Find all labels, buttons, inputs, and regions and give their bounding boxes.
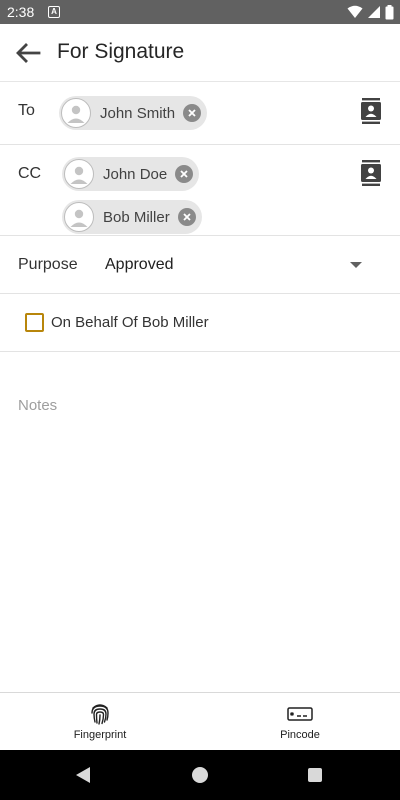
fingerprint-icon <box>91 704 109 725</box>
app-bar: For Signature <box>0 24 400 82</box>
divider <box>0 351 400 352</box>
back-button[interactable] <box>10 36 46 70</box>
to-label: To <box>18 102 35 119</box>
divider <box>0 144 400 145</box>
remove-recipient-button[interactable] <box>177 208 196 226</box>
recipient-name: John Doe <box>103 165 168 183</box>
person-icon <box>67 105 85 123</box>
remove-recipient-button[interactable] <box>175 165 194 183</box>
nav-recents-icon[interactable] <box>308 768 322 782</box>
cc-recipient-chip[interactable]: John Doe <box>62 157 200 191</box>
cc-label: CC <box>18 165 42 182</box>
avatar <box>61 98 91 128</box>
page-title: For Signature <box>57 40 185 63</box>
recipient-name: John Smith <box>100 104 176 122</box>
fingerprint-label: Fingerprint <box>73 729 127 741</box>
nav-back-icon[interactable] <box>76 767 90 783</box>
pincode-label: Pincode <box>280 729 320 741</box>
close-icon <box>183 213 191 221</box>
purpose-dropdown[interactable]: Approved <box>105 256 174 274</box>
status-bar: 2:38 A <box>0 0 400 24</box>
notification-icon: A <box>48 6 60 18</box>
pincode-icon <box>287 707 313 721</box>
on-behalf-label[interactable]: On Behalf Of Bob Miller <box>51 314 209 331</box>
pincode-button[interactable]: Pincode <box>200 693 400 750</box>
to-contacts-button[interactable] <box>357 96 385 126</box>
cc-recipient-chip[interactable]: Bob Miller <box>62 200 202 234</box>
close-icon <box>188 109 196 117</box>
to-recipient-chip[interactable]: John Smith <box>59 96 208 130</box>
battery-icon <box>385 4 394 19</box>
avatar <box>64 159 94 189</box>
signal-icon <box>368 6 380 18</box>
person-icon <box>70 166 88 184</box>
fingerprint-button[interactable]: Fingerprint <box>0 693 200 750</box>
remove-recipient-button[interactable] <box>183 104 202 122</box>
close-icon <box>180 170 188 178</box>
system-nav-bar <box>0 750 400 800</box>
nav-home-icon[interactable] <box>192 767 208 783</box>
person-icon <box>70 209 88 227</box>
divider <box>0 293 400 294</box>
status-time: 2:38 <box>7 4 35 20</box>
divider <box>0 235 400 236</box>
status-icons <box>347 4 394 20</box>
avatar <box>64 202 94 232</box>
recipient-name: Bob Miller <box>103 208 170 226</box>
notes-field[interactable] <box>18 393 382 417</box>
on-behalf-checkbox[interactable] <box>25 313 44 332</box>
chevron-down-icon[interactable] <box>350 262 362 268</box>
contacts-book-icon <box>361 98 381 124</box>
cc-contacts-button[interactable] <box>357 158 385 188</box>
bottom-action-bar: Fingerprint Pincode <box>0 692 400 750</box>
wifi-icon <box>347 5 363 18</box>
arrow-left-icon <box>16 43 41 63</box>
purpose-label: Purpose <box>18 256 78 273</box>
contacts-book-icon <box>361 160 381 186</box>
